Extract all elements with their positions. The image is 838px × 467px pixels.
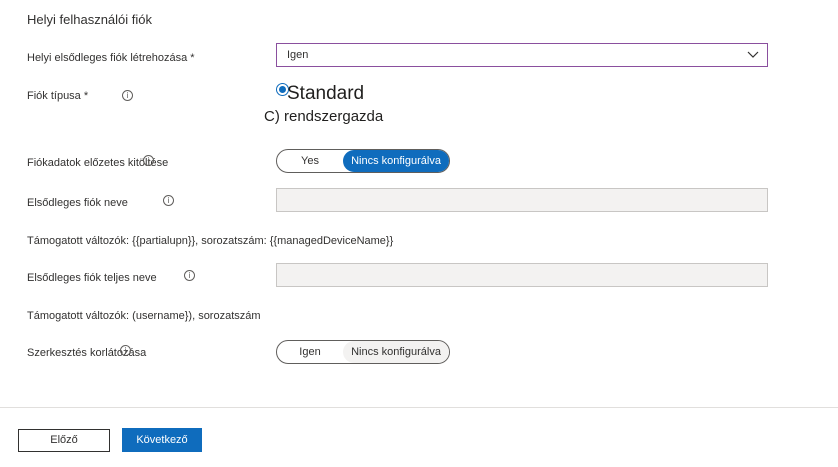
full-name-help: Támogatott változók: (username}), soroza… [27, 310, 261, 322]
account-name-input[interactable] [276, 188, 768, 212]
account-name-info-icon[interactable]: i [163, 195, 174, 206]
prefill-option-not-configured[interactable]: Nincs konfigurálva [343, 150, 449, 172]
create-account-select[interactable]: Igen [276, 43, 768, 67]
account-name-help: Támogatott változók: {{partialupn}}, sor… [27, 235, 394, 247]
footer-divider [0, 407, 838, 408]
full-name-info-icon[interactable]: i [184, 270, 195, 281]
section-title: Helyi felhasználói fiók [27, 12, 153, 27]
prefill-info-icon[interactable]: i [143, 155, 154, 166]
account-type-option-admin[interactable]: C) rendszergazda [264, 108, 383, 125]
account-name-label: Elsődleges fiók neve [27, 197, 128, 209]
restrict-edit-option-yes[interactable]: Igen [277, 341, 343, 363]
restrict-edit-info-icon[interactable]: i [120, 345, 131, 356]
account-type-info-icon[interactable]: i [122, 90, 133, 101]
account-type-label: Fiók típusa * [27, 90, 89, 102]
create-account-label: Helyi elsődleges fiók létrehozása * [27, 52, 195, 64]
prefill-toggle[interactable]: Yes Nincs konfigurálva [276, 149, 450, 173]
account-type-option-standard[interactable]: Standard [287, 83, 364, 105]
next-button[interactable]: Következő [122, 428, 202, 452]
chevron-down-icon [747, 51, 759, 58]
previous-button[interactable]: Előző [18, 429, 110, 452]
restrict-edit-option-not-configured[interactable]: Nincs konfigurálva [343, 341, 449, 363]
full-name-input[interactable] [276, 263, 768, 287]
prefill-option-yes[interactable]: Yes [277, 150, 343, 172]
create-account-value: Igen [287, 49, 309, 61]
full-name-label: Elsődleges fiók teljes neve [27, 272, 157, 284]
restrict-edit-toggle[interactable]: Igen Nincs konfigurálva [276, 340, 450, 364]
